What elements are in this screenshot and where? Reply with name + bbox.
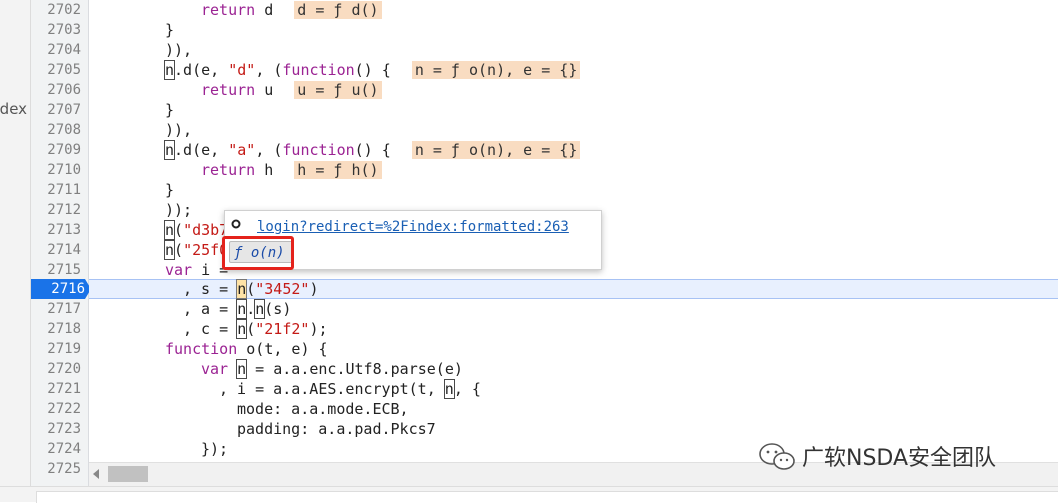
code-line: return d d = ƒ d() — [201, 0, 382, 20]
code-line: }); — [201, 440, 229, 458]
line-number[interactable]: 2710 — [31, 160, 81, 180]
line-number[interactable]: 2720 — [31, 359, 81, 379]
line-number-breakpoint[interactable]: 2716 — [31, 279, 85, 299]
code-line: return u u = ƒ u() — [201, 80, 382, 100]
code-line: return h h = ƒ h() — [201, 160, 382, 180]
code-line: )), — [165, 121, 193, 139]
line-number[interactable]: 2702 — [31, 0, 81, 20]
line-number[interactable]: 2705 — [31, 60, 81, 80]
code-line: )), — [165, 41, 193, 59]
code-line: mode: a.a.mode.ECB, — [237, 400, 409, 418]
code-line: } — [165, 21, 175, 39]
code-line: , a = n.n(s) — [183, 299, 292, 319]
line-number[interactable]: 2717 — [31, 299, 81, 319]
line-number[interactable]: 2709 — [31, 140, 81, 160]
scroll-left-icon[interactable] — [93, 469, 99, 479]
file-tab-label[interactable]: index — [0, 100, 27, 118]
line-number[interactable]: 2724 — [31, 439, 81, 459]
line-number[interactable]: 2725 — [31, 459, 81, 479]
code-line: n("25f0 — [163, 240, 229, 260]
code-line: n.d(e, "a", (function() { n = ƒ o(n), e … — [163, 140, 581, 160]
line-number[interactable]: 2708 — [31, 120, 81, 140]
code-line: , c = n("21f2"); — [183, 319, 328, 339]
code-line: padding: a.a.pad.Pkcs7 — [237, 420, 436, 438]
sources-panel-edge: index — [0, 0, 31, 486]
console-input-area[interactable] — [36, 491, 1058, 503]
code-line: , s = n("3452") — [183, 279, 319, 299]
line-number[interactable]: 2719 — [31, 339, 81, 359]
line-number[interactable]: 2714 — [31, 240, 81, 260]
object-icon — [231, 219, 241, 229]
code-line: n("d3b7 — [163, 220, 229, 240]
code-line: )); — [165, 201, 193, 219]
line-number[interactable]: 2712 — [31, 200, 81, 220]
wechat-logo-icon — [759, 443, 795, 470]
console-drawer-edge — [0, 486, 1058, 503]
code-line: } — [165, 181, 175, 199]
line-number[interactable]: 2722 — [31, 399, 81, 419]
line-number[interactable]: 2707 — [31, 100, 81, 120]
code-line: function o(t, e) { — [165, 340, 328, 358]
line-number[interactable]: 2703 — [31, 20, 81, 40]
code-line: , i = a.a.AES.encrypt(t, n, { — [219, 379, 481, 399]
watermark-text: 广软NSDA安全团队 — [802, 446, 997, 471]
line-number[interactable]: 2718 — [31, 319, 81, 339]
annotation-highlight-box — [222, 236, 294, 270]
code-line: } — [165, 101, 175, 119]
code-line: var n = a.a.enc.Utf8.parse(e) — [201, 359, 463, 379]
line-number[interactable]: 2706 — [31, 80, 81, 100]
watermark: 广软NSDA安全团队 — [758, 440, 1058, 472]
line-number[interactable]: 2721 — [31, 379, 81, 399]
line-number[interactable]: 2715 — [31, 260, 81, 280]
source-location-link[interactable]: login?redirect=%2Findex:formatted:263 — [257, 219, 569, 235]
line-number-gutter[interactable]: 2702 2703 2704 2705 2706 2707 2708 2709 … — [31, 0, 89, 486]
line-number[interactable]: 2711 — [31, 180, 81, 200]
code-line: n.d(e, "d", (function() { n = ƒ o(n), e … — [163, 60, 581, 80]
line-number[interactable]: 2713 — [31, 220, 81, 240]
line-number[interactable]: 2723 — [31, 419, 81, 439]
scrollbar-thumb[interactable] — [108, 466, 148, 482]
line-number[interactable]: 2704 — [31, 40, 81, 60]
